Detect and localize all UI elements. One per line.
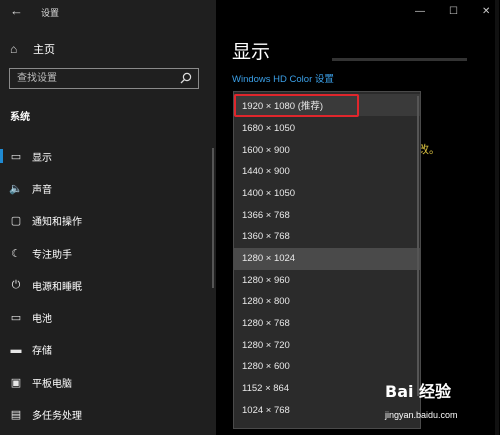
settings-sidebar: ← 设置 ⌂ 主页 系统 ▭ 显示 🔈 声音 ▢ 通知和操作 ☾ 专注助手 xyxy=(0,0,216,435)
partial-notice-text: 改。 xyxy=(418,144,440,156)
search-input[interactable] xyxy=(10,69,177,88)
resolution-option[interactable]: 1280 × 768 xyxy=(234,313,420,335)
minimize-button[interactable]: — xyxy=(415,6,425,17)
sidebar-item-label: 存储 xyxy=(32,346,52,358)
section-title: 系统 xyxy=(10,112,30,123)
resolution-option[interactable]: 1400 × 1050 xyxy=(234,183,420,205)
speaker-icon: 🔈 xyxy=(9,182,23,195)
resolution-option[interactable]: 1440 × 900 xyxy=(234,161,420,183)
sidebar-item-label: 电池 xyxy=(32,314,52,326)
main-scrollbar[interactable] xyxy=(495,0,499,435)
sidebar-item-display[interactable]: ▭ 显示 xyxy=(0,140,214,172)
moon-icon: ☾ xyxy=(11,247,21,260)
title-bar: ← 设置 xyxy=(0,0,216,24)
maximize-button[interactable]: ☐ xyxy=(449,6,458,17)
dropdown-scrollbar[interactable] xyxy=(417,96,419,396)
sidebar-item-label: 显示 xyxy=(32,152,52,164)
battery-icon: ▭ xyxy=(10,312,22,325)
resolution-option[interactable]: 1600 × 900 xyxy=(234,140,420,162)
search-icon[interactable] xyxy=(180,72,192,84)
multitask-icon: ▤ xyxy=(10,409,22,422)
baidu-logo: Bai 经验 xyxy=(385,382,452,401)
sidebar-item-battery[interactable]: ▭ 电池 xyxy=(0,301,214,333)
sidebar-item-label: 通知和操作 xyxy=(32,217,82,229)
highlight-annotation-box xyxy=(234,94,359,117)
resolution-option[interactable]: 1680 × 1050 xyxy=(234,118,420,140)
home-nav-item[interactable]: ⌂ 主页 xyxy=(10,41,55,57)
resolution-option[interactable]: 1360 × 768 xyxy=(234,226,420,248)
sidebar-scrollbar[interactable] xyxy=(212,148,214,288)
monitor-icon: ▭ xyxy=(10,150,22,163)
resolution-option[interactable]: 1280 × 800 xyxy=(234,291,420,313)
baidu-watermark: Bai 经验 jingyan.baidu.com xyxy=(385,376,495,431)
sidebar-item-multitasking[interactable]: ▤ 多任务处理 xyxy=(0,398,214,430)
system-nav-list: ▭ 显示 🔈 声音 ▢ 通知和操作 ☾ 专注助手 ⏻ 电源和睡眠 ▭ 电池 ▬ … xyxy=(0,140,214,431)
search-box[interactable] xyxy=(9,68,199,89)
sidebar-item-label: 声音 xyxy=(32,184,52,196)
sidebar-item-power-sleep[interactable]: ⏻ 电源和睡眠 xyxy=(0,269,214,301)
tablet-icon: ▣ xyxy=(10,376,22,389)
back-arrow-icon[interactable]: ← xyxy=(10,3,23,18)
storage-icon: ▬ xyxy=(10,343,22,356)
close-button[interactable]: ✕ xyxy=(482,6,490,17)
resolution-option[interactable]: 1280 × 600 xyxy=(234,356,420,378)
resolution-option[interactable]: 1366 × 768 xyxy=(234,205,420,227)
page-title: 显示 xyxy=(232,42,271,63)
sidebar-item-storage[interactable]: ▬ 存储 xyxy=(0,334,214,366)
sidebar-item-label: 专注助手 xyxy=(32,249,72,261)
notification-icon: ▢ xyxy=(10,215,22,228)
watermark-url: jingyan.baidu.com xyxy=(385,410,458,420)
sidebar-item-tablet[interactable]: ▣ 平板电脑 xyxy=(0,366,214,398)
sidebar-item-notifications[interactable]: ▢ 通知和操作 xyxy=(0,205,214,237)
resolution-option[interactable]: 1280 × 720 xyxy=(234,335,420,357)
app-title: 设置 xyxy=(41,8,60,18)
power-icon: ⏻ xyxy=(11,278,21,291)
sidebar-item-focus-assist[interactable]: ☾ 专注助手 xyxy=(0,237,214,269)
home-label: 主页 xyxy=(33,44,55,56)
sidebar-item-label: 多任务处理 xyxy=(32,411,82,423)
sidebar-item-label: 平板电脑 xyxy=(32,378,72,390)
obscured-text xyxy=(332,58,467,61)
sidebar-item-label: 电源和睡眠 xyxy=(32,281,82,293)
resolution-option[interactable]: 1280 × 1024 xyxy=(234,248,420,270)
hd-color-link[interactable]: Windows HD Color 设置 xyxy=(232,71,334,85)
resolution-option[interactable]: 1280 × 960 xyxy=(234,270,420,292)
sidebar-item-sound[interactable]: 🔈 声音 xyxy=(0,172,214,204)
home-icon: ⌂ xyxy=(10,42,18,56)
